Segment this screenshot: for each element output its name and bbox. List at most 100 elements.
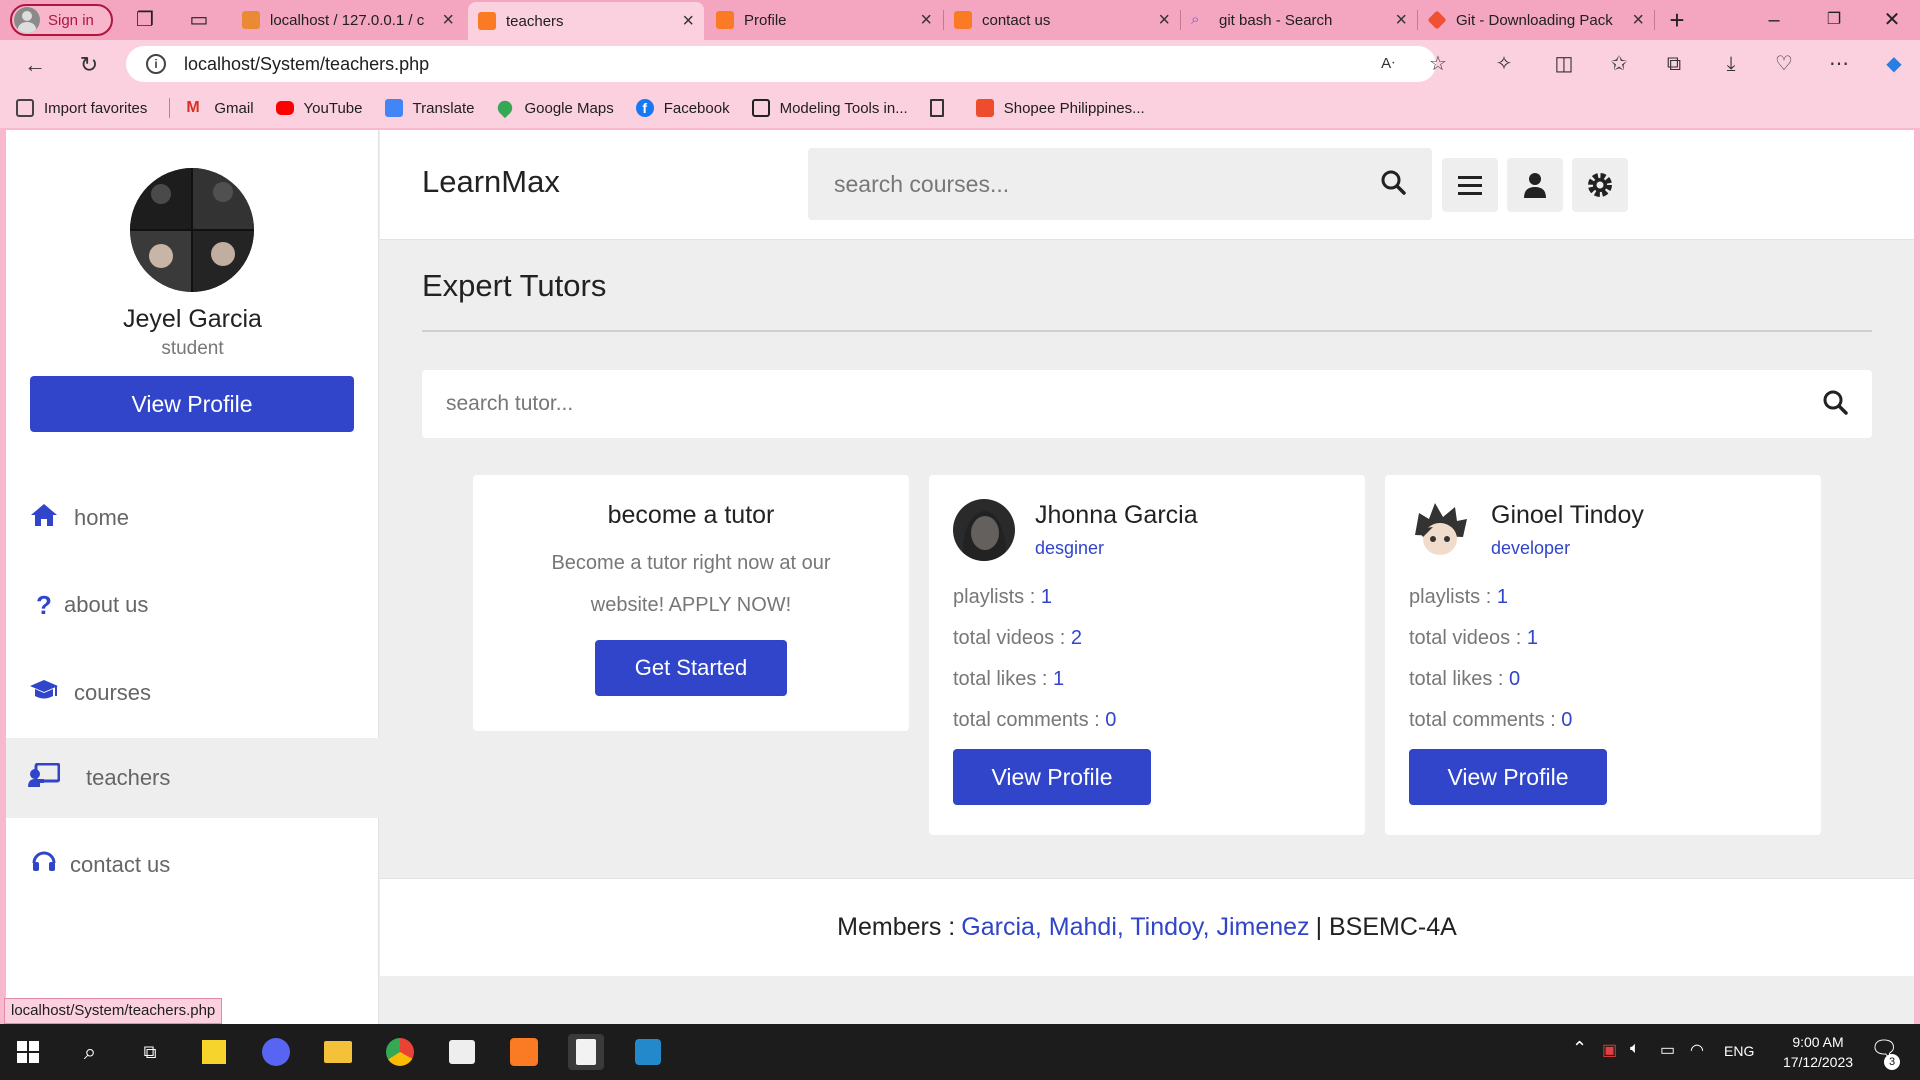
vscode-icon[interactable]	[630, 1034, 666, 1070]
battery-icon[interactable]: ▭	[1660, 1040, 1675, 1060]
extensions-icon[interactable]: ✧	[1490, 50, 1518, 78]
close-tab-icon[interactable]: ×	[920, 9, 932, 32]
course-search-bar[interactable]: search courses...	[808, 148, 1432, 220]
split-screen-icon[interactable]: ◫	[1550, 50, 1578, 78]
menu-button[interactable]	[1442, 158, 1498, 212]
view-profile-button[interactable]: View Profile	[953, 749, 1151, 805]
microsoft-store-icon[interactable]	[444, 1034, 480, 1070]
view-profile-button[interactable]: View Profile	[30, 376, 354, 432]
bookmark-import-favorites[interactable]: Import favorites	[16, 99, 147, 117]
antivirus-icon[interactable]: ▣	[1602, 1040, 1617, 1060]
bookmark-gmail[interactable]: M Gmail	[186, 99, 253, 117]
sidebar-item-contact-us[interactable]: contact us	[6, 825, 379, 905]
browser-essentials-icon[interactable]: ♡	[1770, 50, 1798, 78]
collections-icon[interactable]: ⧉	[1660, 50, 1688, 78]
sidebar-item-teachers[interactable]: teachers	[6, 738, 379, 818]
close-tab-icon[interactable]: ×	[1395, 9, 1407, 32]
site-logo[interactable]: LearnMax	[422, 164, 560, 200]
tab-title: localhost / 127.0.0.1 / c	[270, 11, 425, 29]
footer-members-link[interactable]: Garcia, Mahdi, Tindoy, Jimenez	[961, 913, 1309, 942]
stat-value: 0	[1105, 709, 1117, 731]
chrome-icon[interactable]	[382, 1034, 418, 1070]
home-icon	[28, 502, 60, 535]
address-url[interactable]: localhost/System/teachers.php	[184, 54, 429, 75]
clock[interactable]: 9:00 AM 17/12/2023	[1770, 1032, 1866, 1072]
refresh-icon[interactable]: ↻	[74, 50, 104, 80]
tab-git-downloading[interactable]: Git - Downloading Pack ×	[1418, 4, 1654, 36]
search-icon[interactable]: ⌕	[72, 1034, 108, 1070]
sidebar-item-about-us[interactable]: ? about us	[6, 565, 379, 645]
tutor-name: Jhonna Garcia	[1035, 501, 1198, 529]
read-aloud-icon[interactable]: Aᐧ	[1374, 50, 1402, 78]
close-tab-icon[interactable]: ×	[1632, 9, 1644, 32]
notification-badge: 3	[1884, 1054, 1900, 1070]
tutor-card: Ginoel Tindoy developer playlists : 1 to…	[1385, 475, 1821, 835]
sticky-notes-icon[interactable]	[196, 1034, 232, 1070]
stat-value: 2	[1070, 627, 1082, 649]
more-menu-icon[interactable]: ⋯	[1825, 50, 1853, 78]
tab-contact-us[interactable]: contact us ×	[944, 4, 1180, 36]
bookmark-modeling-tools[interactable]: Modeling Tools in...	[751, 99, 908, 117]
tutor-role: desginer	[1035, 538, 1105, 558]
tutor-avatar[interactable]	[953, 499, 1015, 561]
downloads-icon[interactable]: ⤓	[1717, 50, 1745, 78]
footer-suffix: | BSEMC-4A	[1315, 913, 1457, 941]
back-icon[interactable]: ←	[20, 50, 50, 80]
tutor-avatar[interactable]	[1409, 499, 1471, 561]
close-tab-icon[interactable]: ×	[682, 10, 694, 33]
view-profile-button[interactable]: View Profile	[1409, 749, 1607, 805]
close-tab-icon[interactable]: ×	[1158, 9, 1170, 32]
stat-total-likes: total likes : 1	[953, 659, 1341, 700]
new-tab-icon[interactable]: +	[1665, 7, 1689, 33]
bookmark-shopee[interactable]: Shopee Philippines...	[975, 99, 1145, 117]
bookmark-google-maps[interactable]: Google Maps	[495, 97, 614, 119]
xampp-icon	[954, 11, 972, 29]
restore-icon[interactable]: ❐	[1814, 6, 1854, 34]
search-icon[interactable]	[1822, 389, 1848, 420]
close-window-icon[interactable]: ✕	[1872, 6, 1912, 34]
chevron-up-icon[interactable]: ⌃	[1572, 1038, 1587, 1059]
favorite-star-icon[interactable]: ☆	[1424, 50, 1452, 78]
copilot-icon[interactable]: ◆	[1880, 50, 1908, 78]
tab-phpmyadmin[interactable]: localhost / 127.0.0.1 / c ×	[232, 4, 464, 36]
favorites-icon[interactable]: ✩	[1605, 50, 1633, 78]
tutor-search-input[interactable]: search tutor...	[446, 392, 1822, 416]
wifi-icon[interactable]: ◠	[1690, 1040, 1704, 1060]
tab-git-bash-search[interactable]: ⌕ git bash - Search ×	[1181, 4, 1417, 36]
search-icon: ⌕	[1191, 11, 1200, 28]
discord-icon[interactable]	[258, 1034, 294, 1070]
get-started-button[interactable]: Get Started	[595, 640, 787, 696]
bookmark-page[interactable]	[929, 99, 954, 117]
sidebar-item-home[interactable]: home	[6, 478, 379, 558]
user-button[interactable]	[1507, 158, 1563, 212]
notepad-icon[interactable]	[568, 1034, 604, 1070]
language-indicator[interactable]: ENG	[1724, 1043, 1754, 1059]
windows-start-icon[interactable]	[10, 1034, 46, 1070]
tutor-search-bar[interactable]: search tutor...	[422, 370, 1872, 438]
bookmark-facebook[interactable]: f Facebook	[635, 99, 730, 117]
volume-icon[interactable]: 🔈︎	[1630, 1040, 1640, 1058]
xampp-icon[interactable]	[506, 1034, 542, 1070]
close-tab-icon[interactable]: ×	[442, 9, 454, 32]
settings-button[interactable]	[1572, 158, 1628, 212]
bookmark-youtube[interactable]: YouTube	[275, 100, 363, 117]
address-bar[interactable]: i localhost/System/teachers.php	[126, 46, 1436, 82]
sign-in-label: Sign in	[48, 11, 94, 29]
minimize-icon[interactable]: –	[1754, 6, 1794, 34]
navigation-bar: ← ↻ i localhost/System/teachers.php Aᐧ ☆…	[0, 40, 1920, 88]
tab-actions-icon[interactable]: ▭	[187, 8, 211, 32]
stat-label: playlists :	[1409, 586, 1497, 608]
search-icon[interactable]	[1380, 169, 1406, 200]
sidebar-item-courses[interactable]: courses	[6, 653, 379, 733]
tab-profile[interactable]: Profile ×	[706, 4, 942, 36]
facebook-icon: f	[635, 99, 654, 117]
bookmark-translate[interactable]: Translate	[384, 99, 474, 117]
file-explorer-icon[interactable]	[320, 1034, 356, 1070]
sign-in-button[interactable]: Sign in	[10, 4, 113, 36]
profile-name: Jeyel Garcia	[123, 305, 262, 333]
tab-teachers[interactable]: teachers ×	[468, 2, 704, 40]
task-view-icon[interactable]: ⧉	[132, 1034, 168, 1070]
site-info-icon[interactable]: i	[146, 54, 166, 74]
course-search-input[interactable]: search courses...	[834, 171, 1380, 198]
workspaces-icon[interactable]: ❐	[133, 8, 157, 32]
